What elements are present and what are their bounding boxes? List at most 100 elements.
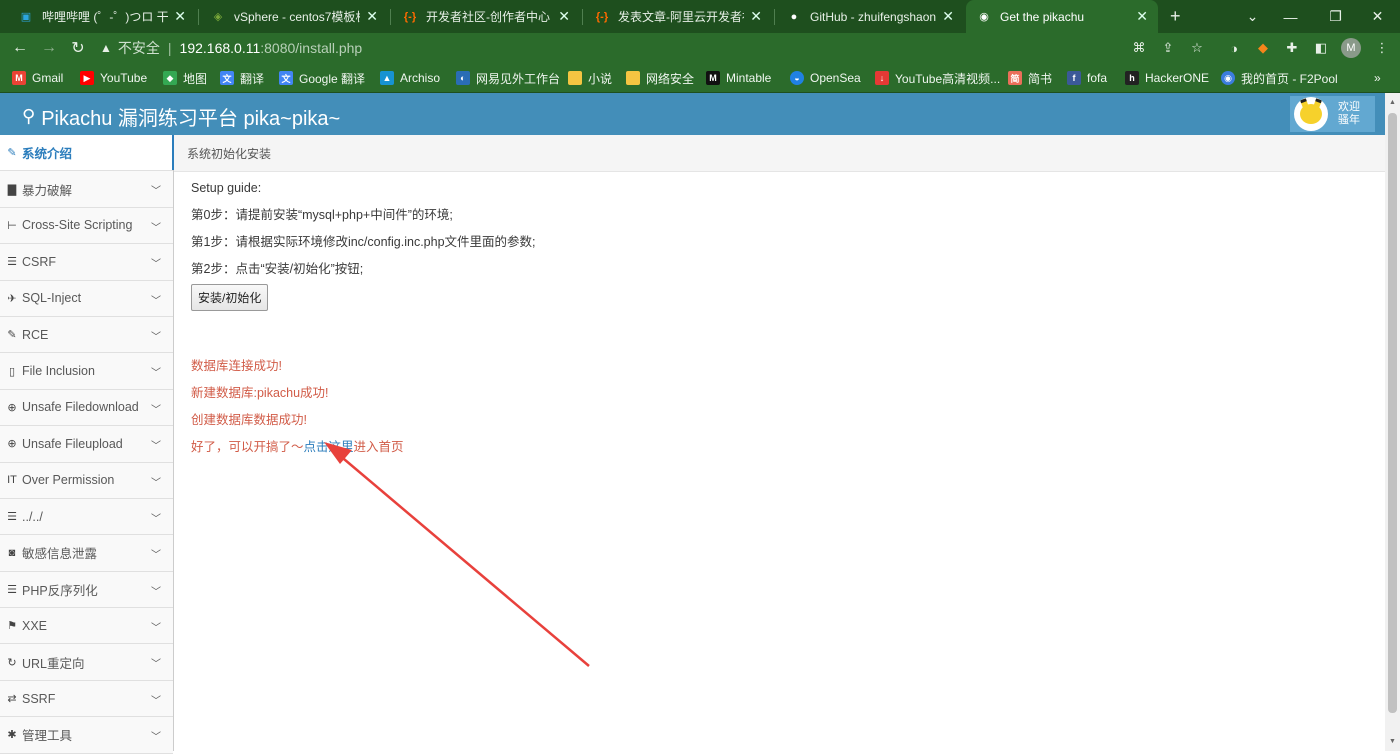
bookmark-label: Archiso: [400, 71, 441, 85]
sidebar-item-url-redirect[interactable]: ↻ URL重定向 ﹀: [0, 644, 173, 681]
bookmark-fofa[interactable]: f fofa: [1067, 69, 1107, 87]
restore-icon[interactable]: ❐: [1313, 0, 1358, 33]
reload-icon[interactable]: ↻: [66, 36, 90, 60]
sidebar-item-ssrf[interactable]: ⇄ SSRF ﹀: [0, 680, 173, 718]
bookmark-youtube[interactable]: ▶ YouTube: [80, 69, 147, 87]
back-arrow-icon[interactable]: ←: [8, 36, 32, 60]
bookmark-google-translate[interactable]: 文 Google 翻译: [279, 69, 365, 87]
close-tab-icon[interactable]: ✕: [366, 8, 378, 25]
close-window-icon[interactable]: ✕: [1355, 0, 1400, 33]
bookmark-archiso[interactable]: ▲ Archiso: [380, 69, 440, 87]
bookmark-novel-folder[interactable]: 小说: [568, 69, 612, 87]
tab-title: 开发者社区-创作者中心: [426, 10, 550, 24]
sidebar-item-label: Unsafe Fileupload: [22, 436, 123, 451]
main-content: Setup guide: 第0步：请提前安装“mysql+php+中间件”的环境…: [191, 180, 1291, 466]
browser-tab-aliyun-creator[interactable]: {-} 开发者社区-创作者中心 ✕: [392, 0, 580, 33]
close-tab-icon[interactable]: ✕: [750, 8, 762, 25]
bookmark-label: OpenSea: [810, 71, 861, 85]
mintable-icon: M: [706, 71, 720, 85]
side-panel-icon[interactable]: ◧: [1311, 38, 1331, 58]
close-tab-icon[interactable]: ✕: [558, 8, 570, 25]
warning-icon[interactable]: ▲: [100, 41, 112, 55]
bookmark-jianshu[interactable]: 简简书: [1008, 69, 1052, 87]
chevron-down-icon: ﹀: [151, 441, 161, 453]
bookmark-netease[interactable]: ◐ 网易见外工作台: [456, 69, 560, 87]
sidebar-item-admin-tools[interactable]: ✱ 管理工具 ﹀: [0, 717, 173, 754]
sidebar-item-xss[interactable]: ⊢ Cross-Site Scripting ﹀: [0, 207, 173, 245]
new-tab-button[interactable]: +: [1160, 0, 1190, 33]
sidebar-item-sqli[interactable]: ✈ SQL-Inject ﹀: [0, 280, 173, 317]
extension-glasses-icon[interactable]: ◑: [1224, 38, 1244, 58]
sidebar-item-xxe[interactable]: ⚑ XXE ﹀: [0, 608, 173, 645]
scroll-down-arrow-icon[interactable]: ▼: [1385, 734, 1400, 749]
bookmark-hackerone[interactable]: h HackerONE: [1125, 69, 1209, 87]
sidebar-item-intro[interactable]: ✎ 系统介绍: [0, 135, 174, 172]
more-bookmarks-icon[interactable]: »: [1374, 69, 1381, 87]
github-favicon-icon: ●: [790, 10, 798, 23]
browser-tab-pikachu[interactable]: ◉ Get the pikachu ✕: [966, 0, 1158, 33]
browser-tab-aliyun-article[interactable]: {-} 发表文章-阿里云开发者社区 ✕: [584, 0, 772, 33]
divider: |: [167, 40, 172, 56]
sidebar-item-csrf[interactable]: ☰ CSRF ﹀: [0, 244, 173, 281]
translate-icon[interactable]: ⌘: [1129, 38, 1149, 58]
close-tab-icon[interactable]: ✕: [174, 8, 186, 25]
minimize-icon[interactable]: —: [1268, 0, 1313, 33]
sidebar-item-php-unserialize[interactable]: ☰ PHP反序列化 ﹀: [0, 571, 173, 609]
close-tab-icon[interactable]: ✕: [942, 8, 954, 25]
sidebar-item-over-permission[interactable]: IT Over Permission ﹀: [0, 462, 173, 499]
go-home-link[interactable]: 点击这里: [304, 440, 354, 454]
address-bar[interactable]: ▲ 不安全 | 192.168.0.11 :8080/install.php: [100, 35, 1220, 61]
welcome-line: 骚年: [1338, 114, 1360, 126]
user-menu[interactable]: 欢迎 骚年: [1290, 96, 1375, 132]
menu-kebab-icon[interactable]: ⋮: [1372, 38, 1392, 58]
metamask-fox-icon[interactable]: ◆: [1253, 38, 1273, 58]
exchange-icon: ⇄: [7, 693, 17, 706]
bookmark-maps[interactable]: ◆ 地图: [163, 69, 207, 87]
bookmark-mintable[interactable]: M Mintable: [706, 69, 771, 87]
security-label[interactable]: 不安全: [118, 38, 160, 58]
sidebar-item-unsafe-fileupload[interactable]: ⊕ Unsafe Fileupload ﹀: [0, 426, 173, 463]
bookmark-youtube-downloader[interactable]: ↓ YouTube高清视频...: [875, 69, 1000, 87]
arch-icon: ▲: [380, 71, 394, 85]
page-scrollbar[interactable]: ▲ ▼: [1385, 93, 1400, 751]
bookmark-translate[interactable]: 文翻译: [220, 69, 264, 87]
folder-icon: [626, 71, 640, 85]
browser-tab-bilibili[interactable]: ▣ 哔哩哔哩 (゜-゜)つロ 干杯~ ✕: [8, 0, 196, 33]
extensions-puzzle-icon[interactable]: ✚: [1282, 38, 1302, 58]
bookmark-opensea[interactable]: ◒ OpenSea: [790, 69, 861, 87]
share-icon[interactable]: ⇪: [1158, 38, 1178, 58]
setup-step-1: 第1步：请根据实际环境修改inc/config.inc.php文件里面的参数;: [191, 235, 536, 249]
sidebar-item-label: RCE: [22, 327, 49, 342]
install-init-button[interactable]: 安装/初始化: [191, 284, 269, 311]
scroll-up-arrow-icon[interactable]: ▲: [1385, 95, 1400, 110]
sidebar-item-unsafe-filedownload[interactable]: ⊕ Unsafe Filedownload ﹀: [0, 389, 173, 427]
forward-arrow-icon[interactable]: →: [37, 36, 61, 60]
chevron-down-icon: ﹀: [151, 368, 161, 380]
globe-favicon-icon: ◉: [979, 11, 989, 23]
sidebar-item-rce[interactable]: ✎ RCE ﹀: [0, 316, 173, 354]
sidebar-item-brute-force[interactable]: ▇ 暴力破解 ﹀: [0, 171, 173, 208]
chevron-down-icon: ﹀: [151, 295, 161, 307]
browser-tab-vsphere[interactable]: ◈ vSphere - centos7模板机 ✕: [200, 0, 388, 33]
bookmark-f2pool[interactable]: ◉ 我的首页 - F2Pool: [1221, 69, 1338, 87]
sidebar-item-label: SSRF: [22, 691, 56, 706]
scrollbar-thumb[interactable]: [1388, 113, 1397, 713]
sidebar-item-info-leak[interactable]: ◙ 敏感信息泄露 ﹀: [0, 535, 173, 572]
bookmark-security-folder[interactable]: 网络安全: [626, 69, 694, 87]
close-tab-icon[interactable]: ✕: [1136, 8, 1148, 25]
fighter-jet-icon: ✈: [7, 292, 17, 305]
status-db-create: 新建数据库:pikachu成功!: [191, 386, 329, 400]
bookmark-gmail[interactable]: M Gmail: [12, 69, 63, 87]
sidebar-item-label: URL重定向: [22, 656, 85, 671]
profile-avatar[interactable]: M: [1341, 38, 1361, 58]
app-title: Pikachu 漏洞练习平台 pika~pika~: [41, 108, 341, 130]
camera-icon: ◙: [8, 546, 16, 559]
bookmark-label: 地图: [183, 71, 208, 86]
tab-title: 哔哩哔哩 (゜-゜)つロ 干杯~: [42, 10, 169, 24]
app-brand[interactable]: ⚲ Pikachu 漏洞练习平台 pika~pika~: [22, 102, 340, 131]
bookmark-star-icon[interactable]: ☆: [1187, 38, 1207, 58]
browser-tab-github[interactable]: ● GitHub - zhuifengshaonia ✕: [776, 0, 964, 33]
sidebar-item-file-inclusion[interactable]: ▯ File Inclusion ﹀: [0, 353, 173, 390]
breadcrumb: 系统初始化安装: [174, 135, 1385, 172]
sidebar-item-path-traversal[interactable]: ☰ ../../ ﹀: [0, 498, 173, 536]
